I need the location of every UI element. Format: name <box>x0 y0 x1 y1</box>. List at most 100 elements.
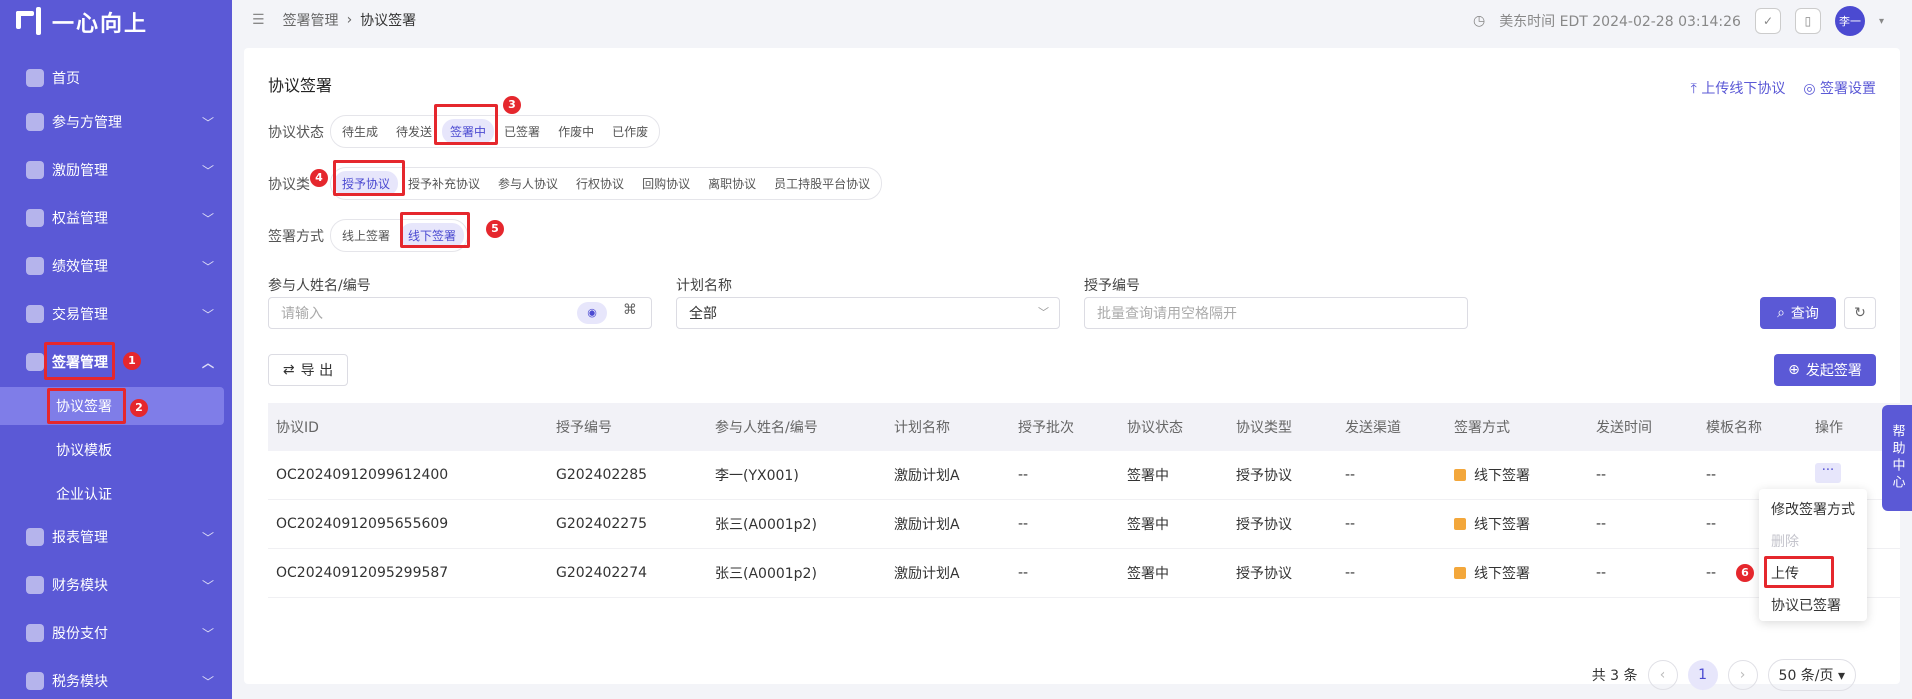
task-icon[interactable]: ✓ <box>1754 8 1781 34</box>
status-option[interactable]: 已签署 <box>496 119 548 144</box>
status-option[interactable]: 已作废 <box>604 119 656 144</box>
signing-settings-button[interactable]: ◎ 签署设置 <box>1803 78 1876 98</box>
annotation-box-5 <box>400 212 470 248</box>
annotation-box-2 <box>47 388 126 424</box>
gift-icon <box>26 161 44 179</box>
export-button[interactable]: ⇄ 导 出 <box>268 354 348 386</box>
cell-type: 授予协议 <box>1236 566 1292 582</box>
sidebar-item-label: 交易管理 <box>52 307 108 323</box>
annotation-badge-4: 4 <box>310 169 328 187</box>
type-option[interactable]: 回购协议 <box>634 171 698 196</box>
avatar[interactable]: 李一 <box>1834 6 1865 36</box>
sidebar-subitem-label: 协议模板 <box>56 443 112 459</box>
cell-participant: 李一(YX001) <box>715 468 799 484</box>
sidebar-item-label: 激励管理 <box>52 163 108 179</box>
sidebar-item-home[interactable]: 首页 <box>0 58 232 98</box>
finance-icon <box>26 576 44 594</box>
cell-grant-no: G202402274 <box>556 565 648 581</box>
page-size-select[interactable]: 50 条/页 ▾ <box>1767 659 1856 691</box>
menu-item-mark-signed[interactable]: 协议已签署 <box>1771 595 1841 615</box>
help-center-button[interactable]: 帮助中心 <box>1882 405 1912 511</box>
trade-icon <box>26 305 44 323</box>
sidebar-item-reports[interactable]: 报表管理 ﹀ <box>0 517 232 557</box>
status-filter-label: 协议状态 <box>268 124 324 141</box>
chart-icon <box>26 257 44 275</box>
initiate-signing-button[interactable]: ⊕ 发起签署 <box>1774 354 1876 386</box>
cell-participant: 张三(A0001p2) <box>715 566 817 582</box>
sidebar-item-finance[interactable]: 财务模块 ﹀ <box>0 565 232 605</box>
logo: 一心向上 <box>14 4 148 40</box>
column-header: 参与人姓名/编号 <box>715 420 818 436</box>
prev-page-button[interactable]: ‹ <box>1647 660 1678 690</box>
row-more-button[interactable]: ··· <box>1815 463 1841 483</box>
document-icon[interactable]: ▯ <box>1794 8 1821 34</box>
annotation-box-1 <box>44 342 115 380</box>
upload-offline-button[interactable]: ⤒ 上传线下协议 <box>1691 78 1786 98</box>
type-option[interactable]: 参与人协议 <box>490 171 566 196</box>
chevron-down-icon[interactable]: ▾ <box>1879 16 1884 27</box>
method-filter-label: 签署方式 <box>268 228 324 245</box>
type-option[interactable]: 员工持股平台协议 <box>766 171 878 196</box>
column-header: 发送渠道 <box>1345 420 1401 436</box>
type-option[interactable]: 行权协议 <box>568 171 632 196</box>
breadcrumb: ☰ 签署管理 › 协议签署 <box>252 10 416 30</box>
status-option[interactable]: 作废中 <box>550 119 602 144</box>
header-right: ◷ 美东时间 EDT 2024-02-28 03:14:26 ✓ ▯ 李一 ▾ <box>1473 6 1884 36</box>
sidebar-subitem-enterprise-auth[interactable]: 企业认证 <box>0 475 232 513</box>
page-size-value: 50 条/页 <box>1778 668 1834 684</box>
page-actions: ⤒ 上传线下协议 ◎ 签署设置 <box>1691 78 1876 98</box>
type-filter-options: 授予协议 授予补充协议 参与人协议 行权协议 回购协议 离职协议 员工持股平台协… <box>330 167 883 200</box>
status-option[interactable]: 待生成 <box>334 119 386 144</box>
column-header: 协议ID <box>276 420 319 436</box>
sidebar-item-performance[interactable]: 绩效管理 ﹀ <box>0 246 232 286</box>
cell-sent-time: -- <box>1596 467 1607 483</box>
query-button[interactable]: ⌕ 查询 <box>1760 297 1836 329</box>
chevron-down-icon: ﹀ <box>201 579 214 593</box>
breadcrumb-parent[interactable]: 签署管理 <box>283 10 339 30</box>
table-header: 协议ID 授予编号 参与人姓名/编号 计划名称 授予批次 协议状态 协议类型 发… <box>268 403 1900 451</box>
participant-input[interactable]: 请输入 ◉ ⌘ <box>268 297 652 329</box>
sidebar-item-label: 报表管理 <box>52 530 108 546</box>
cell-agreement-id: OC20240912095299587 <box>276 565 449 581</box>
search-icon: ⌕ <box>1777 305 1785 321</box>
type-option[interactable]: 离职协议 <box>700 171 764 196</box>
menu-item-modify-method[interactable]: 修改签署方式 <box>1771 499 1855 519</box>
annotation-box-3 <box>434 104 498 145</box>
method-option[interactable]: 线上签署 <box>334 223 398 248</box>
sidebar-item-label: 权益管理 <box>52 211 108 227</box>
chevron-down-icon: ﹀ <box>201 212 214 226</box>
cell-method: 线下签署 <box>1446 563 1588 583</box>
sidebar-item-tax[interactable]: 税务模块 ﹀ <box>0 661 232 699</box>
plan-select[interactable]: 全部 ﹀ <box>676 297 1060 329</box>
sidebar-item-participants[interactable]: 参与方管理 ﹀ <box>0 102 232 142</box>
cell-type: 授予协议 <box>1236 517 1292 533</box>
sidebar-subitem-agreement-template[interactable]: 协议模板 <box>0 431 232 469</box>
type-option[interactable]: 授予补充协议 <box>400 171 488 196</box>
reset-button[interactable]: ↻ <box>1844 297 1876 329</box>
home-icon <box>26 69 44 87</box>
grant-input[interactable]: 批量查询请用空格隔开 <box>1084 297 1468 329</box>
sidebar-item-trading[interactable]: 交易管理 ﹀ <box>0 294 232 334</box>
sidebar-item-signing[interactable]: 签署管理 ︿ <box>0 342 232 382</box>
column-header: 计划名称 <box>894 420 950 436</box>
cell-status: 签署中 <box>1127 517 1169 533</box>
cell-plan: 激励计划A <box>894 517 960 533</box>
payment-icon <box>26 624 44 642</box>
chevron-down-icon: ﹀ <box>201 531 214 545</box>
cell-sent-time: -- <box>1596 516 1607 532</box>
sidebar: 一心向上 首页 参与方管理 ﹀ 激励管理 ﹀ 权益管理 ﹀ 绩效管理 ﹀ 交易管理 ﹀ 签… <box>0 0 232 699</box>
plan-value: 全部 <box>689 306 717 322</box>
sidebar-item-share-payment[interactable]: 股份支付 ﹀ <box>0 613 232 653</box>
table-row: OC20240912095299587 G202402274 张三(A0001p… <box>268 549 1900 598</box>
sidebar-item-incentive[interactable]: 激励管理 ﹀ <box>0 150 232 190</box>
sidebar-item-equity[interactable]: 权益管理 ﹀ <box>0 198 232 238</box>
collapse-menu-icon[interactable]: ☰ <box>252 12 265 28</box>
pin-icon[interactable]: ◉ <box>577 302 607 324</box>
scan-icon[interactable]: ⌘ <box>623 302 637 318</box>
next-page-button[interactable]: › <box>1727 660 1758 690</box>
logo-mark-icon <box>14 7 44 37</box>
cell-method-text: 线下签署 <box>1474 468 1530 484</box>
cell-plan: 激励计划A <box>894 566 960 582</box>
status-option[interactable]: 待发送 <box>388 119 440 144</box>
page-number-button[interactable]: 1 <box>1687 660 1718 690</box>
